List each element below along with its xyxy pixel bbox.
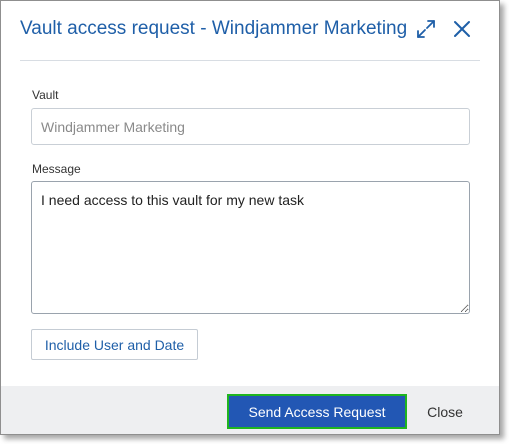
message-label: Message: [32, 162, 81, 176]
close-button[interactable]: Close: [416, 394, 474, 429]
expand-icon[interactable]: [414, 17, 438, 41]
vault-access-request-dialog: Vault access request - Windjammer Market…: [0, 0, 500, 435]
header-divider: [20, 60, 480, 61]
message-textarea[interactable]: I need access to this vault for my new t…: [31, 181, 470, 314]
vault-field: [31, 108, 470, 145]
vault-label: Vault: [32, 88, 59, 102]
close-x-icon: [454, 21, 470, 37]
include-user-and-date-button[interactable]: Include User and Date: [31, 329, 198, 360]
dialog-header: Vault access request - Windjammer Market…: [1, 1, 499, 61]
close-icon[interactable]: [450, 17, 474, 41]
dialog-title: Vault access request - Windjammer Market…: [20, 18, 408, 39]
send-access-request-button[interactable]: Send Access Request: [227, 394, 407, 429]
expand-arrows-icon: [417, 20, 435, 38]
